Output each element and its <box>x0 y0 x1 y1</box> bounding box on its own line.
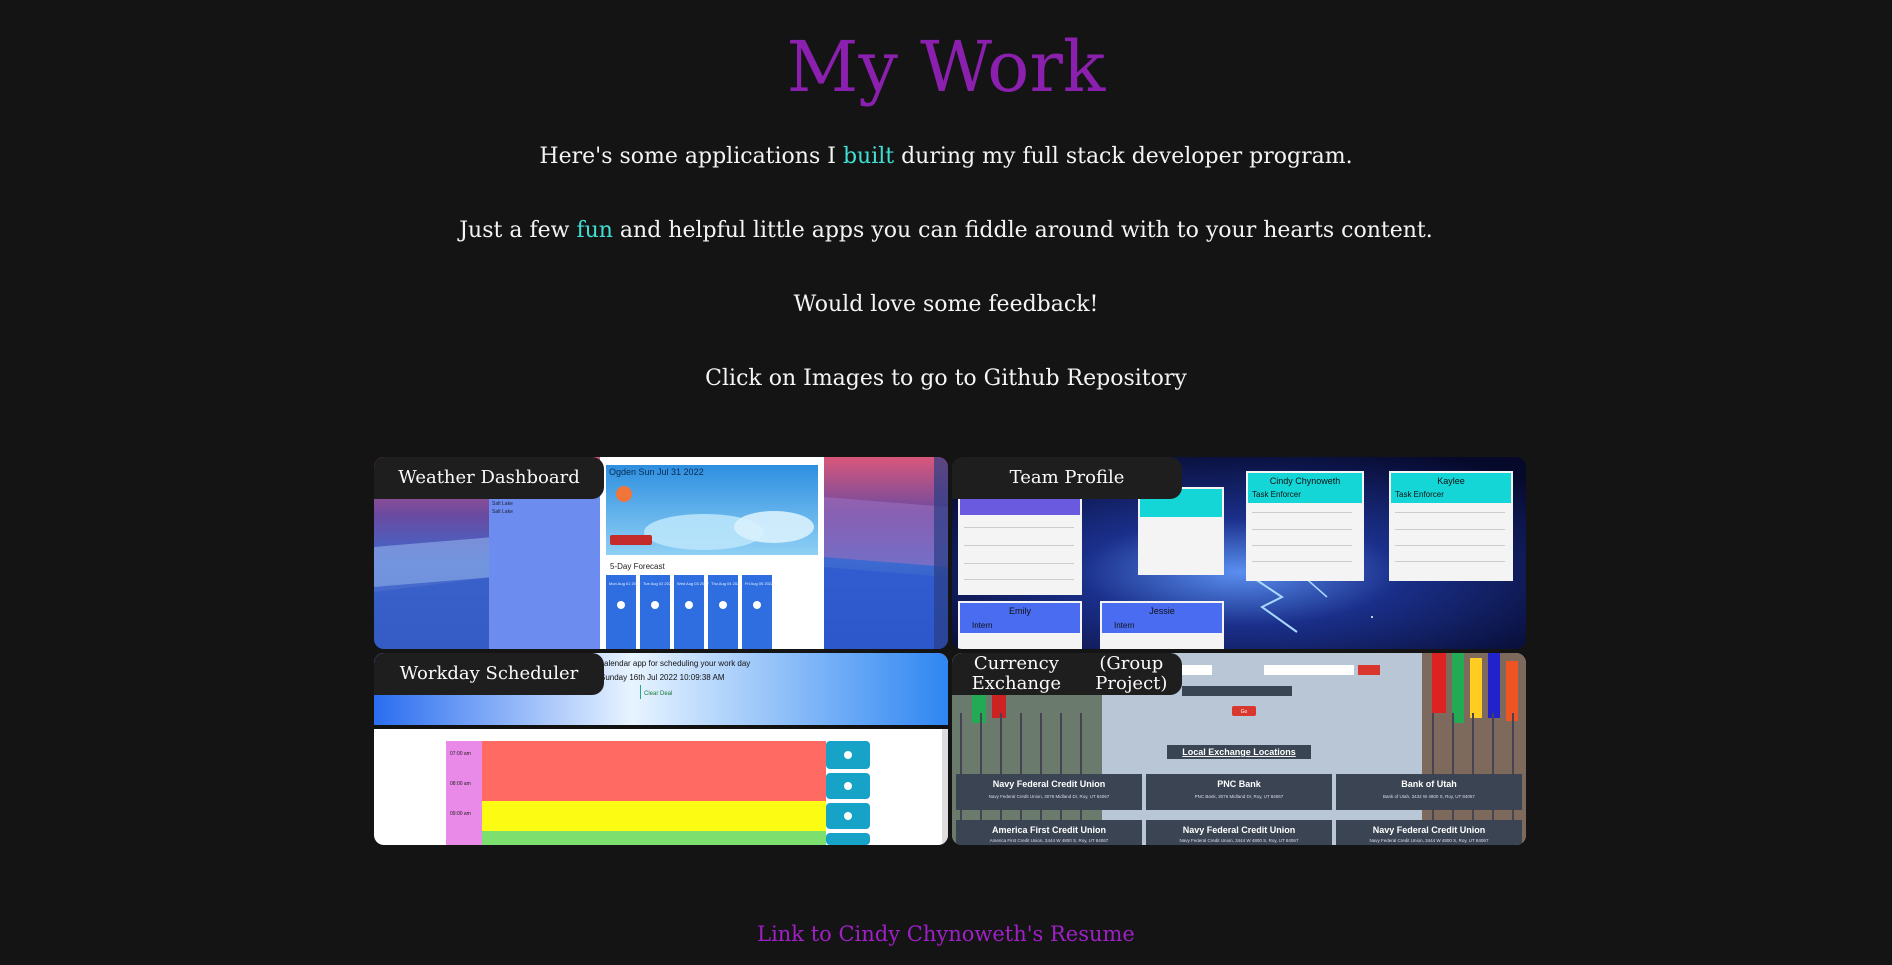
forecast-day-5: Fri Aug 05 2022 <box>745 581 774 586</box>
intro-line-2: Just a few fun and helpful little apps y… <box>459 218 1433 243</box>
location-address-6: Navy Federal Credit Union, 3444 W 4800 S… <box>1370 838 1489 843</box>
scheduler-clear: Clear Deal <box>644 691 672 697</box>
forecast-title: 5-Day Forecast <box>610 562 665 571</box>
location-name-6: Navy Federal Credit Union <box>1373 825 1486 835</box>
team-profile-card[interactable]: Cindy Chynoweth Task Enforcer Kaylee Tas… <box>952 457 1526 649</box>
highlight-fun: fun <box>576 218 613 243</box>
weather-dashboard-card[interactable]: Salt Lake Salt Lake Ogden Sun Jul 31 202… <box>374 457 948 649</box>
scheduler-date: Sunday 16th Jul 2022 10:09:38 AM <box>600 673 725 682</box>
team-profile-label: Team Profile <box>952 457 1182 499</box>
member-role-jessie: Intern <box>1114 621 1134 630</box>
intro-line-4: Click on Images to go to Github Reposito… <box>705 366 1187 391</box>
intro-line-1: Here's some applications I built during … <box>539 144 1353 169</box>
scheduler-subtitle: calendar app for scheduling your work da… <box>600 659 750 668</box>
member-role-cindy: Task Enforcer <box>1252 490 1301 499</box>
location-name-4: America First Credit Union <box>992 825 1106 835</box>
member-role-emily: Intern <box>972 621 992 630</box>
member-name-kaylee: Kaylee <box>1437 476 1465 486</box>
highlight-built: built <box>842 144 895 169</box>
go-button: Go <box>1241 709 1248 715</box>
location-name-2: PNC Bank <box>1217 779 1262 789</box>
location-name-3: Bank of Utah <box>1401 779 1457 789</box>
location-address-5: Navy Federal Credit Union, 3444 W 4800 S… <box>1180 838 1299 843</box>
location-address-2: PNC Bank, 3076 Midland Dr, Roy, UT 84067 <box>1195 794 1284 799</box>
svg-text:Salt Lake: Salt Lake <box>492 501 513 507</box>
svg-text:Salt Lake: Salt Lake <box>492 509 513 515</box>
location-name-5: Navy Federal Credit Union <box>1183 825 1296 835</box>
workday-scheduler-label: Workday Scheduler <box>374 653 604 695</box>
locations-title: Local Exchange Locations <box>1182 747 1296 757</box>
currency-exchange-label-line2: (Group Project) <box>1095 653 1168 694</box>
currency-exchange-label-line1: Currency Exchange <box>971 653 1062 694</box>
weather-city-header: Ogden Sun Jul 31 2022 <box>609 467 704 477</box>
forecast-day-3: Wed Aug 03 2022 <box>677 581 710 586</box>
resume-link[interactable]: Link to Cindy Chynoweth's Resume <box>0 922 1892 946</box>
member-name-jessie: Jessie <box>1149 606 1175 616</box>
member-name-cindy: Cindy Chynoweth <box>1270 476 1341 486</box>
time-slot-1: 07:00 am <box>450 751 471 757</box>
currency-exchange-card[interactable]: Go Local Exchange Locations Navy Federal… <box>952 653 1526 845</box>
page-title: My Work <box>786 26 1106 108</box>
weather-dashboard-label: Weather Dashboard <box>374 457 604 499</box>
currency-exchange-label: Currency Exchange (Group Project) <box>952 653 1182 695</box>
location-address-3: Bank of Utah, 3432 W 4800 S, Roy, UT 840… <box>1383 794 1475 799</box>
location-address-4: America First Credit Union, 3444 W 4800 … <box>990 838 1109 843</box>
location-address-1: Navy Federal Credit Union, 3076 Midland … <box>989 794 1110 799</box>
forecast-day-1: Mon Aug 01 2022 <box>609 581 641 586</box>
location-name-1: Navy Federal Credit Union <box>993 779 1106 789</box>
intro-line-3: Would love some feedback! <box>793 292 1099 317</box>
time-slot-3: 09:00 am <box>450 811 471 817</box>
time-slot-2: 08:00 am <box>450 781 471 787</box>
member-role-kaylee: Task Enforcer <box>1395 490 1444 499</box>
workday-scheduler-card[interactable]: calendar app for scheduling your work da… <box>374 653 948 845</box>
project-grid: Salt Lake Salt Lake Ogden Sun Jul 31 202… <box>374 457 1526 845</box>
member-name-emily: Emily <box>1009 606 1031 616</box>
forecast-day-4: Thu Aug 04 2022 <box>711 581 742 586</box>
forecast-day-2: Tue Aug 02 2022 <box>643 581 674 586</box>
